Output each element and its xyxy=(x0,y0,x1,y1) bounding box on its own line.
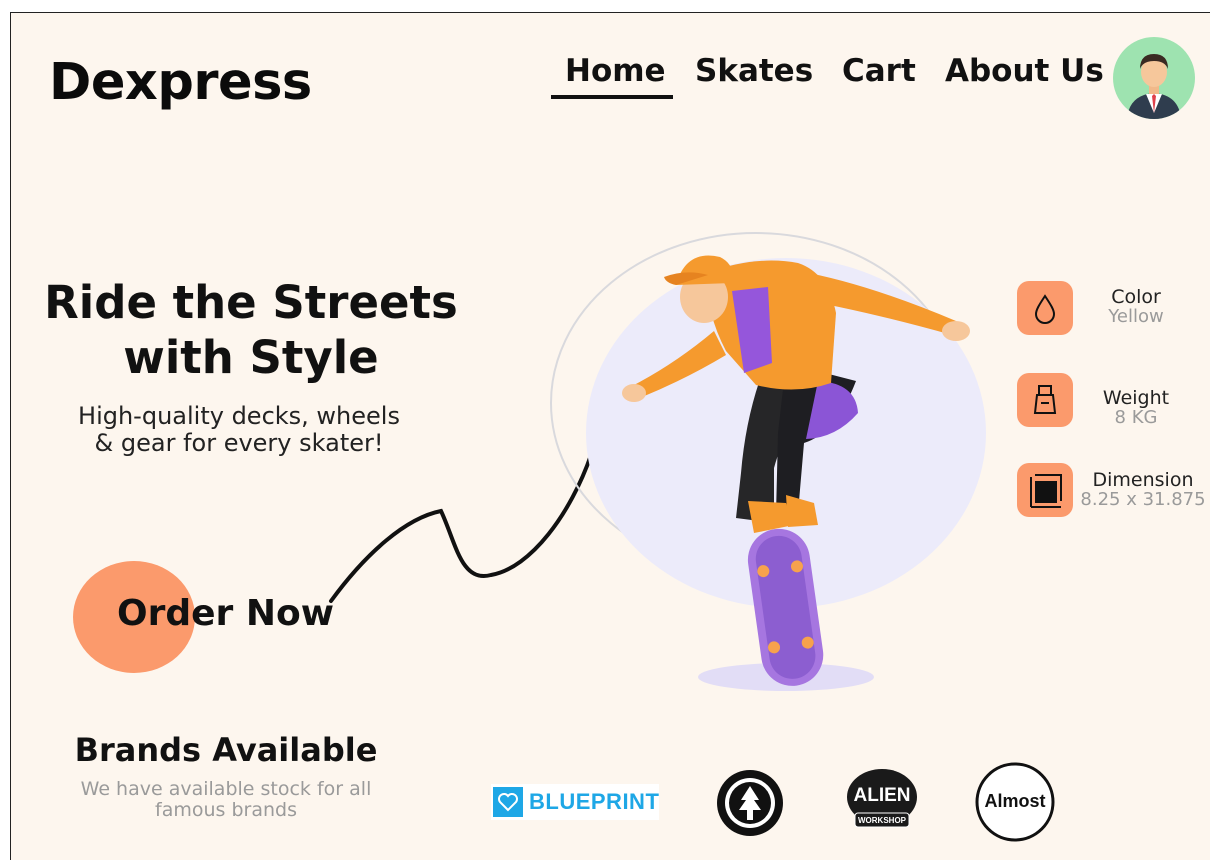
brands-subtitle: We have available stock for all famous b… xyxy=(41,779,411,821)
brand-blueprint-label: BLUEPRINT xyxy=(529,789,660,814)
landing-page: Dexpress Home Skates Cart About Us Ride … xyxy=(10,12,1210,860)
weight-icon xyxy=(1017,373,1073,427)
alien-workshop-logo[interactable]: ALIEN WORKSHOP xyxy=(845,767,919,833)
element-logo[interactable] xyxy=(715,768,785,838)
spec-dimension-value: 8.25 x 31.875 xyxy=(1080,489,1206,510)
drop-icon xyxy=(1017,281,1073,335)
brands-title: Brands Available xyxy=(74,731,378,769)
spec-color-value: Yellow xyxy=(1108,306,1164,327)
order-now-button[interactable]: Order Now xyxy=(117,593,334,634)
dimension-icon xyxy=(1017,463,1073,517)
workshop-logo-text: WORKSHOP xyxy=(858,816,907,825)
almost-logo-text: Almost xyxy=(984,791,1045,811)
spec-weight-value: 8 KG xyxy=(1114,407,1158,428)
spec-color-label: Color xyxy=(1111,286,1161,308)
heart-icon xyxy=(493,787,523,817)
brands-subtitle-line-1: We have available stock for all xyxy=(80,778,372,800)
alien-logo-text: ALIEN xyxy=(854,785,911,806)
spec-dimension-label: Dimension xyxy=(1092,469,1194,491)
brand-blueprint[interactable]: BLUEPRINT xyxy=(491,784,659,820)
spec-weight-label: Weight xyxy=(1102,387,1170,409)
skater-illustration xyxy=(550,232,986,691)
almost-logo[interactable]: Almost xyxy=(975,762,1055,842)
brands-subtitle-line-2: famous brands xyxy=(155,799,297,821)
